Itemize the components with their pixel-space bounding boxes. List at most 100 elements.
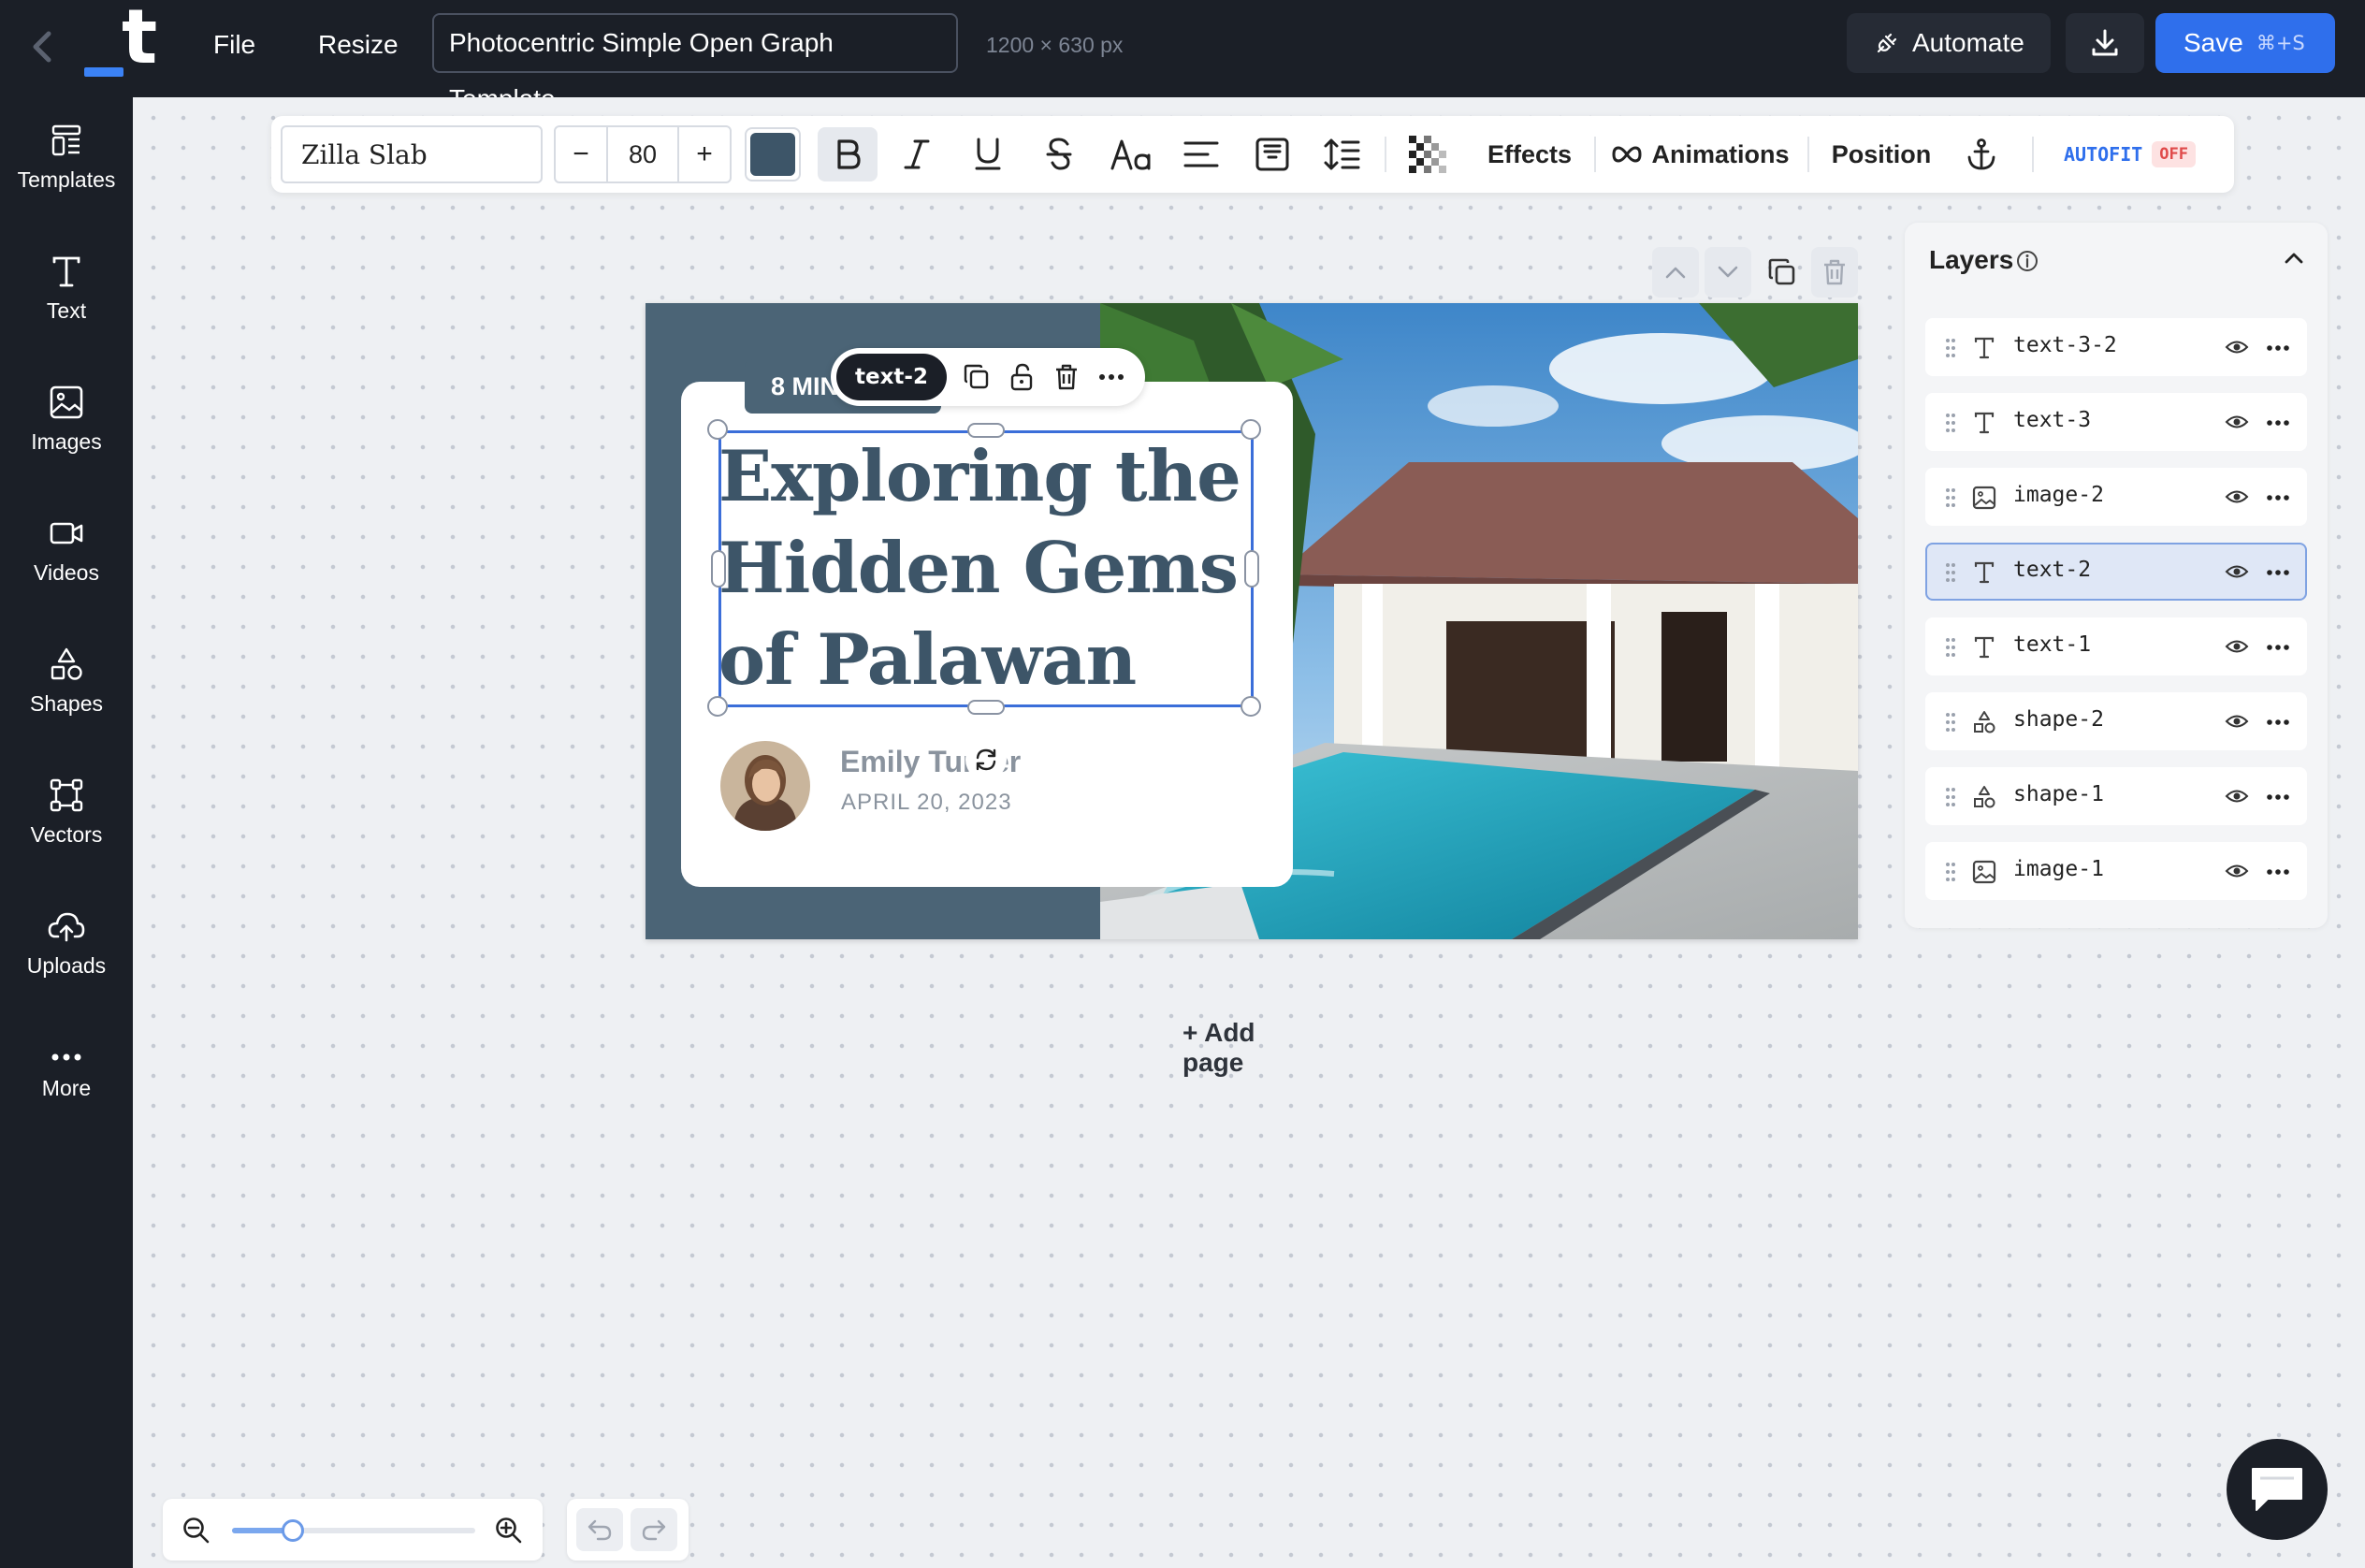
eye-icon[interactable]	[2225, 636, 2249, 657]
app-logo[interactable]: t	[80, 0, 165, 84]
zoom-in-icon[interactable]	[494, 1516, 524, 1546]
layer-more-icon[interactable]	[2266, 860, 2290, 884]
drag-handle-icon[interactable]	[1944, 635, 1957, 660]
eye-icon[interactable]	[2225, 786, 2249, 806]
anchor-button[interactable]	[1955, 127, 2008, 181]
eye-icon[interactable]	[2225, 711, 2249, 732]
text-color-button[interactable]	[745, 127, 801, 181]
sidebar-item-templates[interactable]: Templates	[0, 97, 133, 217]
sidebar-item-videos[interactable]: Videos	[0, 490, 133, 610]
bold-button[interactable]	[818, 127, 878, 181]
undo-button[interactable]	[576, 1508, 623, 1551]
strikethrough-button[interactable]	[1031, 127, 1087, 181]
layer-item-text-3-2[interactable]: text-3-2	[1925, 318, 2307, 376]
resize-handle-right[interactable]	[1244, 550, 1259, 588]
resize-button[interactable]: Resize	[318, 24, 399, 65]
duplicate-page-button[interactable]	[1759, 247, 1806, 298]
move-page-up-button[interactable]	[1652, 247, 1699, 298]
rotate-handle[interactable]	[965, 739, 1007, 780]
resize-handle-bottom-left[interactable]	[707, 696, 728, 717]
element-more-button[interactable]	[1093, 358, 1130, 396]
delete-page-button[interactable]	[1811, 247, 1858, 298]
layer-name: image-1	[2013, 857, 2104, 881]
layer-more-icon[interactable]	[2266, 486, 2290, 510]
resize-handle-top[interactable]	[967, 423, 1005, 438]
resize-handle-top-right[interactable]	[1241, 419, 1261, 440]
drag-handle-icon[interactable]	[1944, 860, 1957, 884]
layer-item-image-2[interactable]: image-2	[1925, 468, 2307, 526]
publish-date[interactable]: APRIL 20, 2023	[841, 790, 1012, 816]
layer-item-text-3[interactable]: text-3	[1925, 393, 2307, 451]
save-button[interactable]: Save ⌘+S	[2155, 13, 2335, 73]
font-size-decrease-button[interactable]: −	[556, 127, 608, 181]
strikethrough-icon	[1044, 137, 1074, 172]
author-avatar[interactable]	[720, 741, 810, 831]
layer-more-icon[interactable]	[2266, 411, 2290, 435]
eye-icon[interactable]	[2225, 561, 2249, 582]
zoom-out-icon[interactable]	[181, 1516, 211, 1546]
layer-item-text-1[interactable]: text-1	[1925, 617, 2307, 675]
vertical-align-button[interactable]	[1244, 127, 1300, 181]
eye-icon[interactable]	[2225, 486, 2249, 507]
transparency-button[interactable]	[1400, 127, 1456, 181]
drag-handle-icon[interactable]	[1944, 560, 1957, 585]
drag-handle-icon[interactable]	[1944, 785, 1957, 809]
font-size-increase-button[interactable]: +	[677, 127, 730, 181]
sidebar-item-text[interactable]: Text	[0, 228, 133, 348]
sidebar-item-uploads[interactable]: Uploads	[0, 883, 133, 1003]
drag-handle-icon[interactable]	[1944, 710, 1957, 734]
drag-handle-icon[interactable]	[1944, 336, 1957, 360]
download-button[interactable]	[2066, 13, 2144, 73]
resize-handle-bottom-right[interactable]	[1241, 696, 1261, 717]
line-height-button[interactable]	[1313, 127, 1370, 181]
sidebar-item-shapes[interactable]: Shapes	[0, 621, 133, 741]
shapes-icon	[49, 646, 84, 682]
document-title-input[interactable]: Photocentric Simple Open Graph Template	[432, 13, 958, 113]
position-button[interactable]: Position	[1821, 116, 1942, 193]
eye-icon[interactable]	[2225, 337, 2249, 357]
layer-more-icon[interactable]	[2266, 560, 2290, 585]
delete-element-button[interactable]	[1048, 358, 1085, 396]
redo-button[interactable]	[631, 1508, 677, 1551]
layer-item-shape-2[interactable]: shape-2	[1925, 692, 2307, 750]
autofit-toggle[interactable]: AUTOFIT OFF	[2064, 138, 2197, 170]
drag-handle-icon[interactable]	[1944, 411, 1957, 435]
drag-handle-icon[interactable]	[1944, 486, 1957, 510]
duplicate-element-button[interactable]	[958, 358, 995, 396]
zoom-slider[interactable]	[232, 1519, 475, 1542]
underline-button[interactable]	[960, 127, 1016, 181]
italic-button[interactable]	[889, 127, 945, 181]
eye-icon[interactable]	[2225, 861, 2249, 881]
sidebar-item-more[interactable]: More	[0, 1014, 133, 1134]
font-family-select[interactable]: Zilla Slab	[281, 125, 543, 183]
zoom-slider-thumb[interactable]	[282, 1519, 304, 1542]
info-icon[interactable]	[2015, 249, 2039, 273]
back-chevron-icon[interactable]	[24, 28, 62, 65]
layer-item-image-1[interactable]: image-1	[1925, 842, 2307, 900]
text-case-button[interactable]	[1100, 127, 1162, 181]
layer-item-shape-1[interactable]: shape-1	[1925, 767, 2307, 825]
animations-button[interactable]: Animations	[1607, 116, 1794, 193]
lock-element-button[interactable]	[1003, 358, 1040, 396]
automate-button[interactable]: Automate	[1847, 13, 2051, 73]
font-size-input[interactable]: 80	[608, 127, 677, 181]
chat-support-button[interactable]	[2227, 1439, 2328, 1540]
sidebar-item-vectors[interactable]: Vectors	[0, 752, 133, 872]
layer-more-icon[interactable]	[2266, 635, 2290, 660]
eye-icon[interactable]	[2225, 412, 2249, 432]
resize-handle-bottom[interactable]	[967, 700, 1005, 715]
chevron-up-icon[interactable]	[2281, 245, 2307, 271]
text-align-button[interactable]	[1173, 127, 1229, 181]
resize-handle-top-left[interactable]	[707, 419, 728, 440]
sidebar-item-images[interactable]: Images	[0, 359, 133, 479]
layer-more-icon[interactable]	[2266, 710, 2290, 734]
move-page-down-button[interactable]	[1705, 247, 1751, 298]
effects-button[interactable]: Effects	[1478, 116, 1581, 193]
add-page-button[interactable]: + Add page	[1182, 1018, 1323, 1077]
layer-name: shape-2	[2013, 707, 2104, 732]
layer-more-icon[interactable]	[2266, 336, 2290, 360]
layer-more-icon[interactable]	[2266, 785, 2290, 809]
layer-item-text-2[interactable]: text-2	[1925, 543, 2307, 601]
resize-handle-left[interactable]	[711, 550, 726, 588]
file-menu-button[interactable]: File	[213, 24, 255, 65]
